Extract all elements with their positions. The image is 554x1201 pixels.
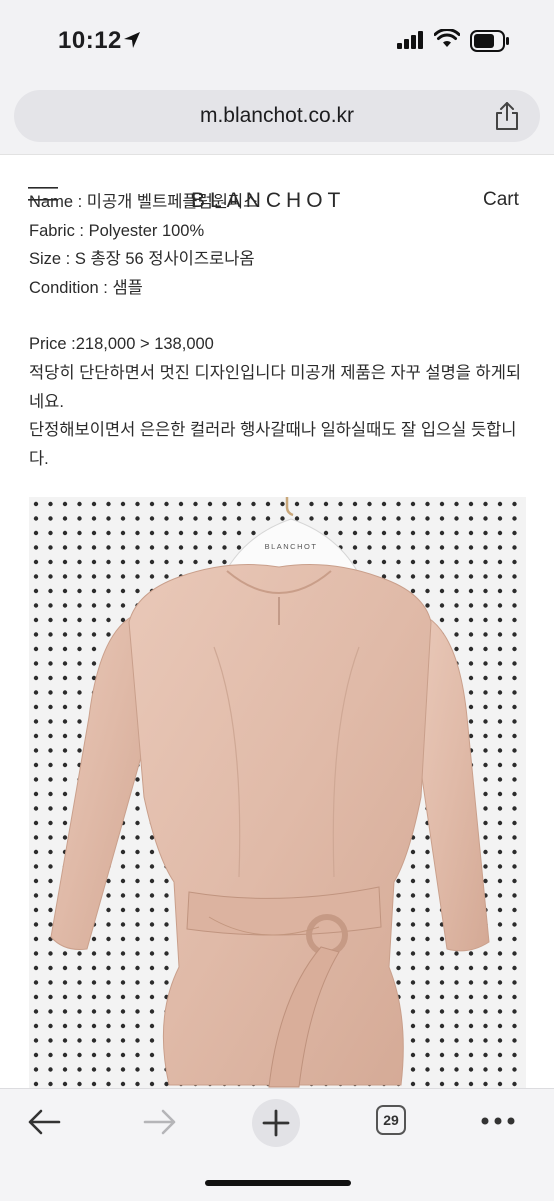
hanger-label: BLANCHOT — [265, 542, 318, 551]
browser-address-area: m.blanchot.co.kr — [0, 84, 554, 154]
product-price: Price :218,000 > 138,000 — [29, 335, 214, 354]
location-arrow-icon — [124, 32, 140, 48]
product-condition: Condition : 샘플 — [29, 278, 143, 297]
home-indicator[interactable] — [205, 1180, 351, 1186]
more-dots-icon[interactable] — [480, 1116, 516, 1126]
wifi-icon — [434, 29, 460, 47]
divider — [0, 154, 554, 155]
product-description: Name : 미공개 벨트페플럼원피스 Fabric : Polyester 1… — [29, 188, 529, 473]
product-fabric: Fabric : Polyester 100% — [29, 221, 205, 240]
hamburger-menu-icon[interactable] — [28, 187, 58, 201]
url-text[interactable]: m.blanchot.co.kr — [14, 104, 540, 128]
product-photo: BLANCHOT — [29, 497, 526, 1088]
cellular-signal-icon — [397, 31, 423, 49]
new-tab-icon[interactable] — [251, 1098, 301, 1148]
forward-icon[interactable] — [142, 1107, 178, 1137]
site-logo[interactable]: BLANCHOT — [191, 189, 345, 213]
tabs-button[interactable]: 29 — [376, 1105, 406, 1135]
status-time: 10:12 — [58, 27, 122, 54]
product-desc-2: 단정해보이면서 은은한 컬러라 행사갈때나 일하실때도 잘 입으실 듯합니다. — [29, 421, 517, 468]
status-bar: 10:12 — [0, 0, 554, 84]
url-bar[interactable]: m.blanchot.co.kr — [14, 90, 540, 142]
web-page: Name : 미공개 벨트페플럼원피스 Fabric : Polyester 1… — [0, 154, 554, 1088]
battery-icon — [470, 30, 509, 52]
back-icon[interactable] — [26, 1107, 62, 1137]
product-size: Size : S 총장 56 정사이즈로나옴 — [29, 250, 255, 269]
product-desc-1: 적당히 단단하면서 멋진 디자인입니다 미공개 제품은 자꾸 설명을 하게되네요… — [29, 363, 522, 411]
share-icon[interactable] — [494, 101, 520, 131]
cart-link[interactable]: Cart — [483, 189, 519, 211]
